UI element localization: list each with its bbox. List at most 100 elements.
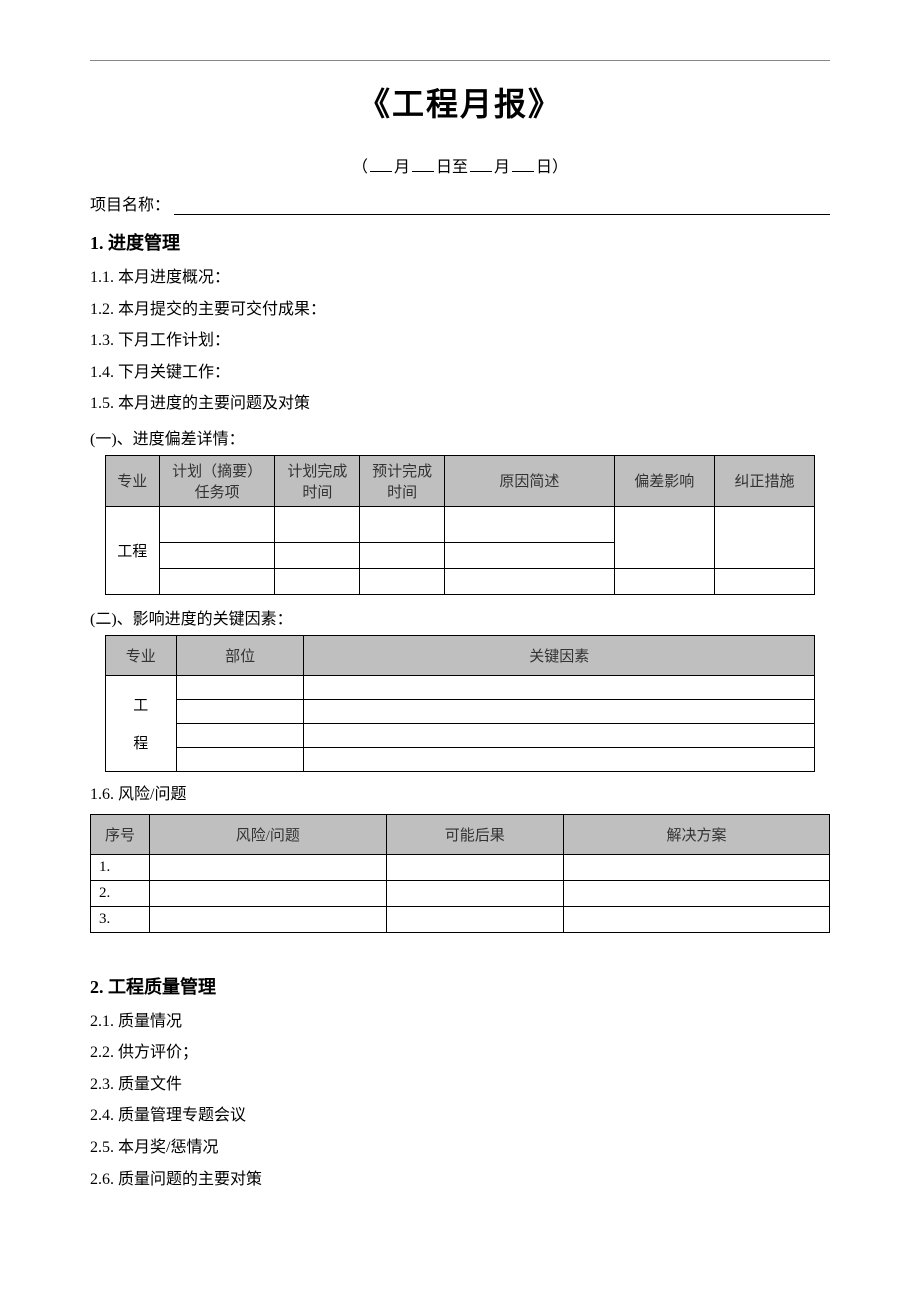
table-row <box>105 699 814 723</box>
deviation-table: 专业 计划（摘要）任务项 计划完成时间 预计完成时间 原因简述 偏差影响 纠正措… <box>105 455 815 595</box>
cell <box>360 542 445 568</box>
row-3-idx: 3. <box>91 906 150 932</box>
cell <box>445 542 615 568</box>
page-title: 《工程月报》 <box>90 79 830 125</box>
cell <box>150 880 386 906</box>
row-2-idx: 2. <box>91 880 150 906</box>
col-solution: 解决方案 <box>563 814 829 854</box>
label-month1: 月 <box>394 159 410 176</box>
char-gong: 工 <box>133 698 148 714</box>
cell <box>445 506 615 542</box>
cell <box>614 568 714 594</box>
blank-day1 <box>412 156 434 172</box>
col-correction: 纠正措施 <box>714 455 814 506</box>
cell <box>176 747 304 771</box>
cell <box>563 906 829 932</box>
blank-month2 <box>470 156 492 172</box>
item-1-3: 1.3. 下月工作计划： <box>90 328 830 354</box>
cell <box>159 542 275 568</box>
col-major: 专业 <box>105 635 176 675</box>
cell <box>159 568 275 594</box>
cell <box>159 506 275 542</box>
item-2-1: 2.1. 质量情况 <box>90 1009 830 1035</box>
cell <box>386 880 563 906</box>
item-2-4: 2.4. 质量管理专题会议 <box>90 1103 830 1129</box>
subsection-2: (二)、影响进度的关键因素： <box>90 605 830 629</box>
cell <box>304 699 815 723</box>
table-row: 2. <box>91 880 830 906</box>
row-label-engineering: 工程 <box>105 675 176 771</box>
col-reason: 原因简述 <box>445 455 615 506</box>
table-row: 工程 <box>105 675 814 699</box>
cell <box>360 506 445 542</box>
col-impact: 偏差影响 <box>614 455 714 506</box>
project-name-blank <box>174 199 830 215</box>
col-expected-finish: 预计完成时间 <box>360 455 445 506</box>
cell <box>275 542 360 568</box>
section-2-heading: 2. 工程质量管理 <box>90 973 830 999</box>
col-major: 专业 <box>105 455 159 506</box>
cell <box>150 906 386 932</box>
cell <box>275 506 360 542</box>
cell <box>304 747 815 771</box>
blank-day2 <box>512 156 534 172</box>
project-name-line: 项目名称： <box>90 191 830 215</box>
item-2-2: 2.2. 供方评价； <box>90 1040 830 1066</box>
cell <box>304 675 815 699</box>
project-name-label: 项目名称： <box>90 191 170 215</box>
table-header-row: 专业 计划（摘要）任务项 计划完成时间 预计完成时间 原因简述 偏差影响 纠正措… <box>105 455 814 506</box>
cell <box>386 854 563 880</box>
cell <box>714 568 814 594</box>
table-row: 1. <box>91 854 830 880</box>
cell <box>275 568 360 594</box>
col-consequence: 可能后果 <box>386 814 563 854</box>
label-day2: 日） <box>536 159 568 176</box>
cell <box>176 675 304 699</box>
item-1-2: 1.2. 本月提交的主要可交付成果： <box>90 297 830 323</box>
col-seq: 序号 <box>91 814 150 854</box>
cell <box>445 568 615 594</box>
table-row: 3. <box>91 906 830 932</box>
item-1-5: 1.5. 本月进度的主要问题及对策 <box>90 391 830 417</box>
label-month2: 月 <box>494 159 510 176</box>
table-header-row: 序号 风险/问题 可能后果 解决方案 <box>91 814 830 854</box>
col-plan-task: 计划（摘要）任务项 <box>159 455 275 506</box>
cell <box>714 506 814 568</box>
table-header-row: 专业 部位 关键因素 <box>105 635 814 675</box>
section-1-heading: 1. 进度管理 <box>90 229 830 255</box>
col-key-factor: 关键因素 <box>304 635 815 675</box>
item-2-3: 2.3. 质量文件 <box>90 1072 830 1098</box>
char-cheng: 程 <box>133 736 148 752</box>
col-part: 部位 <box>176 635 304 675</box>
key-factor-table: 专业 部位 关键因素 工程 <box>105 635 815 772</box>
row-label-engineering: 工程 <box>105 506 159 594</box>
cell <box>176 699 304 723</box>
cell <box>304 723 815 747</box>
cell <box>386 906 563 932</box>
date-range: （ 月 日至 月 日） <box>90 153 830 177</box>
cell <box>150 854 386 880</box>
cell <box>563 854 829 880</box>
table-row <box>105 747 814 771</box>
paren-open: （ <box>352 159 368 176</box>
item-2-6: 2.6. 质量问题的主要对策 <box>90 1167 830 1193</box>
item-1-1: 1.1. 本月进度概况： <box>90 265 830 291</box>
item-2-5: 2.5. 本月奖/惩情况 <box>90 1135 830 1161</box>
col-plan-finish: 计划完成时间 <box>275 455 360 506</box>
col-risk: 风险/问题 <box>150 814 386 854</box>
cell <box>176 723 304 747</box>
row-1-idx: 1. <box>91 854 150 880</box>
spacer <box>90 943 830 967</box>
table-row: 工程 <box>105 506 814 542</box>
item-1-4: 1.4. 下月关键工作： <box>90 360 830 386</box>
cell <box>360 568 445 594</box>
table-row <box>105 568 814 594</box>
cell <box>614 506 714 568</box>
label-day1-to: 日至 <box>436 159 468 176</box>
subsection-1: (一)、进度偏差详情： <box>90 425 830 449</box>
item-1-6: 1.6. 风险/问题 <box>90 782 830 808</box>
top-rule <box>90 60 830 61</box>
risk-table: 序号 风险/问题 可能后果 解决方案 1. 2. 3. <box>90 814 830 933</box>
blank-month1 <box>370 156 392 172</box>
cell <box>563 880 829 906</box>
